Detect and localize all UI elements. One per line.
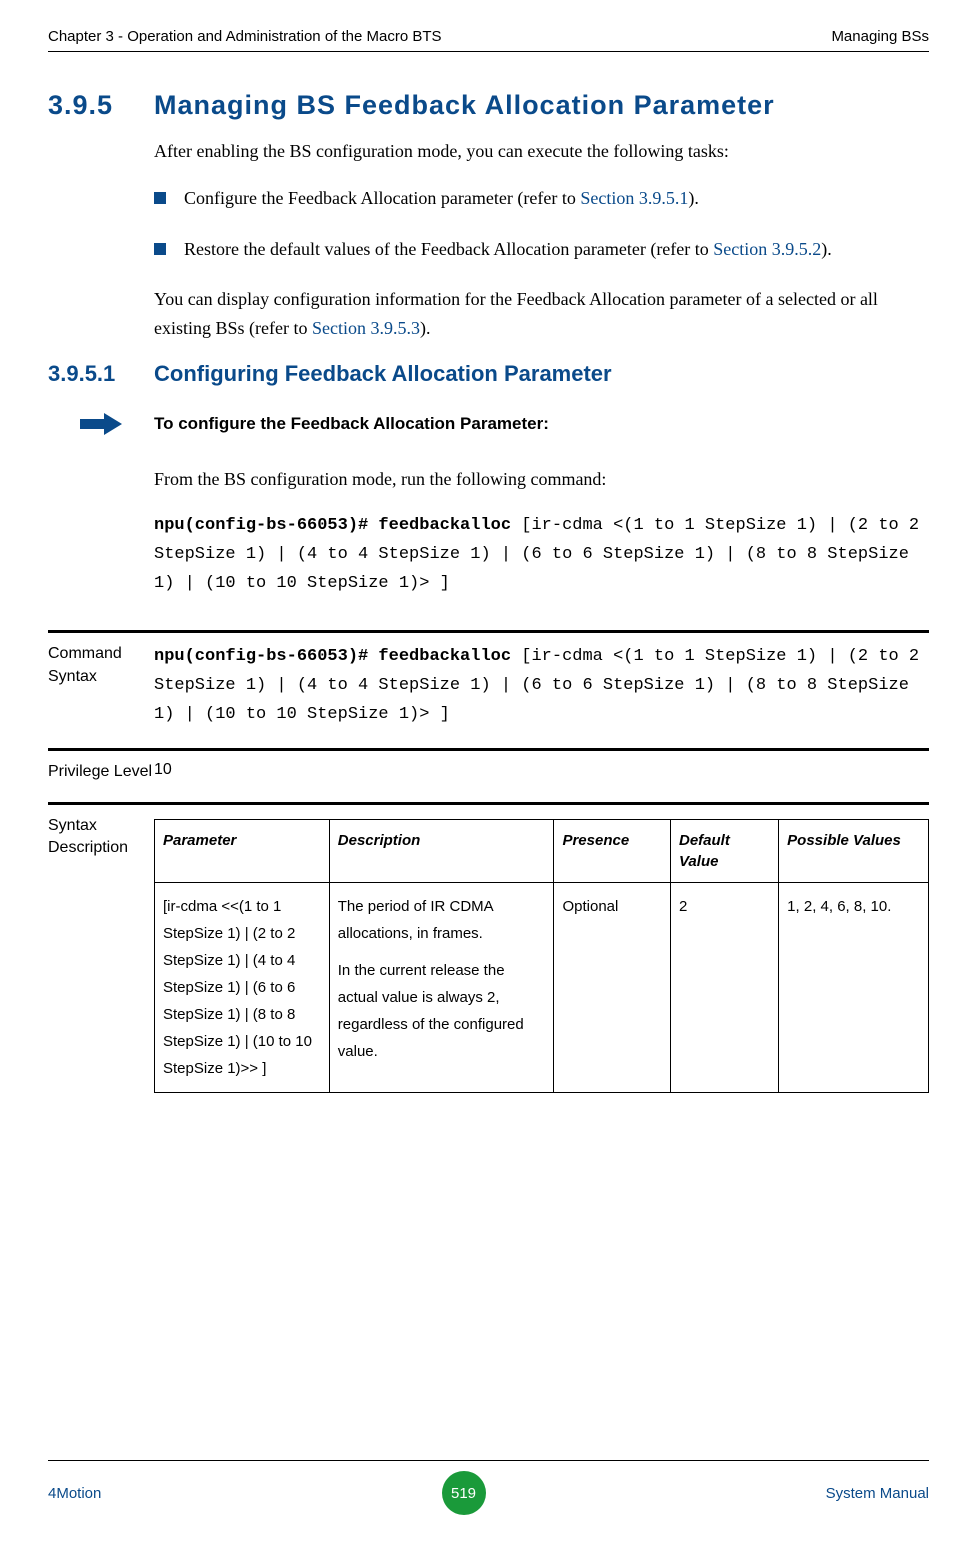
syntax-description-row: Syntax Description Parameter Description…	[48, 802, 929, 1093]
footer-right: System Manual	[826, 1485, 929, 1502]
command-syntax-row: Command Syntax npu(config-bs-66053)# fee…	[48, 630, 929, 730]
bullet-text-post: ).	[688, 188, 699, 208]
bullet-text: Restore the default values of the Feedba…	[184, 239, 713, 259]
command-syntax-value: npu(config-bs-66053)# feedbackalloc [ir-…	[154, 643, 929, 730]
page-header: Chapter 3 - Operation and Administration…	[48, 28, 929, 52]
section-number: 3.9.5	[48, 90, 154, 121]
cell-presence: Optional	[554, 882, 671, 1092]
section-intro: After enabling the BS configuration mode…	[154, 137, 929, 166]
col-default: Default Value	[670, 819, 778, 882]
page-number: 519	[451, 1485, 476, 1502]
procedure-title: To configure the Feedback Allocation Par…	[154, 414, 549, 434]
col-possible: Possible Values	[779, 819, 929, 882]
cell-desc-p2: In the current release the actual value …	[338, 957, 546, 1065]
bullet-item: Restore the default values of the Feedba…	[154, 235, 929, 264]
cell-parameter: [ir-cdma <<(1 to 1 StepSize 1) | (2 to 2…	[155, 882, 330, 1092]
footer-left: 4Motion	[48, 1485, 101, 1502]
syntax-description-label: Syntax Description	[48, 815, 154, 1093]
section-title: Managing BS Feedback Allocation Paramete…	[154, 90, 775, 121]
table-header-row: Parameter Description Presence Default V…	[155, 819, 929, 882]
bullet-text: Configure the Feedback Allocation parame…	[184, 188, 580, 208]
command-syntax-label: Command Syntax	[48, 643, 154, 730]
header-right: Managing BSs	[831, 28, 929, 45]
tail-post: ).	[420, 318, 431, 338]
privilege-level-label: Privilege Level	[48, 761, 154, 783]
section-tail: You can display configuration informatio…	[154, 285, 929, 343]
section-link[interactable]: Section 3.9.5.3	[312, 318, 420, 338]
col-description: Description	[329, 819, 554, 882]
tail-pre: You can display configuration informatio…	[154, 289, 878, 338]
privilege-level-value: 10	[154, 761, 929, 783]
col-parameter: Parameter	[155, 819, 330, 882]
command-syntax-bold: npu(config-bs-66053)# feedbackalloc	[154, 647, 521, 666]
cell-default: 2	[670, 882, 778, 1092]
arrow-icon	[48, 413, 154, 435]
square-bullet-icon	[154, 192, 166, 204]
page-number-badge: 519	[442, 1471, 486, 1515]
bullet-text-post: ).	[821, 239, 832, 259]
from-text: From the BS configuration mode, run the …	[154, 465, 929, 494]
square-bullet-icon	[154, 243, 166, 255]
col-presence: Presence	[554, 819, 671, 882]
cell-desc-p1: The period of IR CDMA allocations, in fr…	[338, 893, 546, 947]
command-bold: npu(config-bs-66053)# feedbackalloc	[154, 516, 521, 535]
cell-description: The period of IR CDMA allocations, in fr…	[329, 882, 554, 1092]
syntax-table: Parameter Description Presence Default V…	[154, 819, 929, 1093]
section-link[interactable]: Section 3.9.5.2	[713, 239, 821, 259]
bullet-list: Configure the Feedback Allocation parame…	[154, 184, 929, 264]
command-block: npu(config-bs-66053)# feedbackalloc [ir-…	[154, 512, 929, 599]
section-link[interactable]: Section 3.9.5.1	[580, 188, 688, 208]
privilege-level-row: Privilege Level 10	[48, 748, 929, 783]
section-heading: 3.9.5 Managing BS Feedback Allocation Pa…	[48, 90, 929, 121]
subsection-number: 3.9.5.1	[48, 361, 154, 387]
page-footer: 4Motion 519 System Manual	[48, 1460, 929, 1515]
subsection-title: Configuring Feedback Allocation Paramete…	[154, 361, 612, 387]
header-left: Chapter 3 - Operation and Administration…	[48, 28, 442, 45]
procedure-heading: To configure the Feedback Allocation Par…	[48, 413, 929, 435]
cell-possible: 1, 2, 4, 6, 8, 10.	[779, 882, 929, 1092]
subsection-heading: 3.9.5.1 Configuring Feedback Allocation …	[48, 361, 929, 387]
bullet-item: Configure the Feedback Allocation parame…	[154, 184, 929, 213]
table-row: [ir-cdma <<(1 to 1 StepSize 1) | (2 to 2…	[155, 882, 929, 1092]
